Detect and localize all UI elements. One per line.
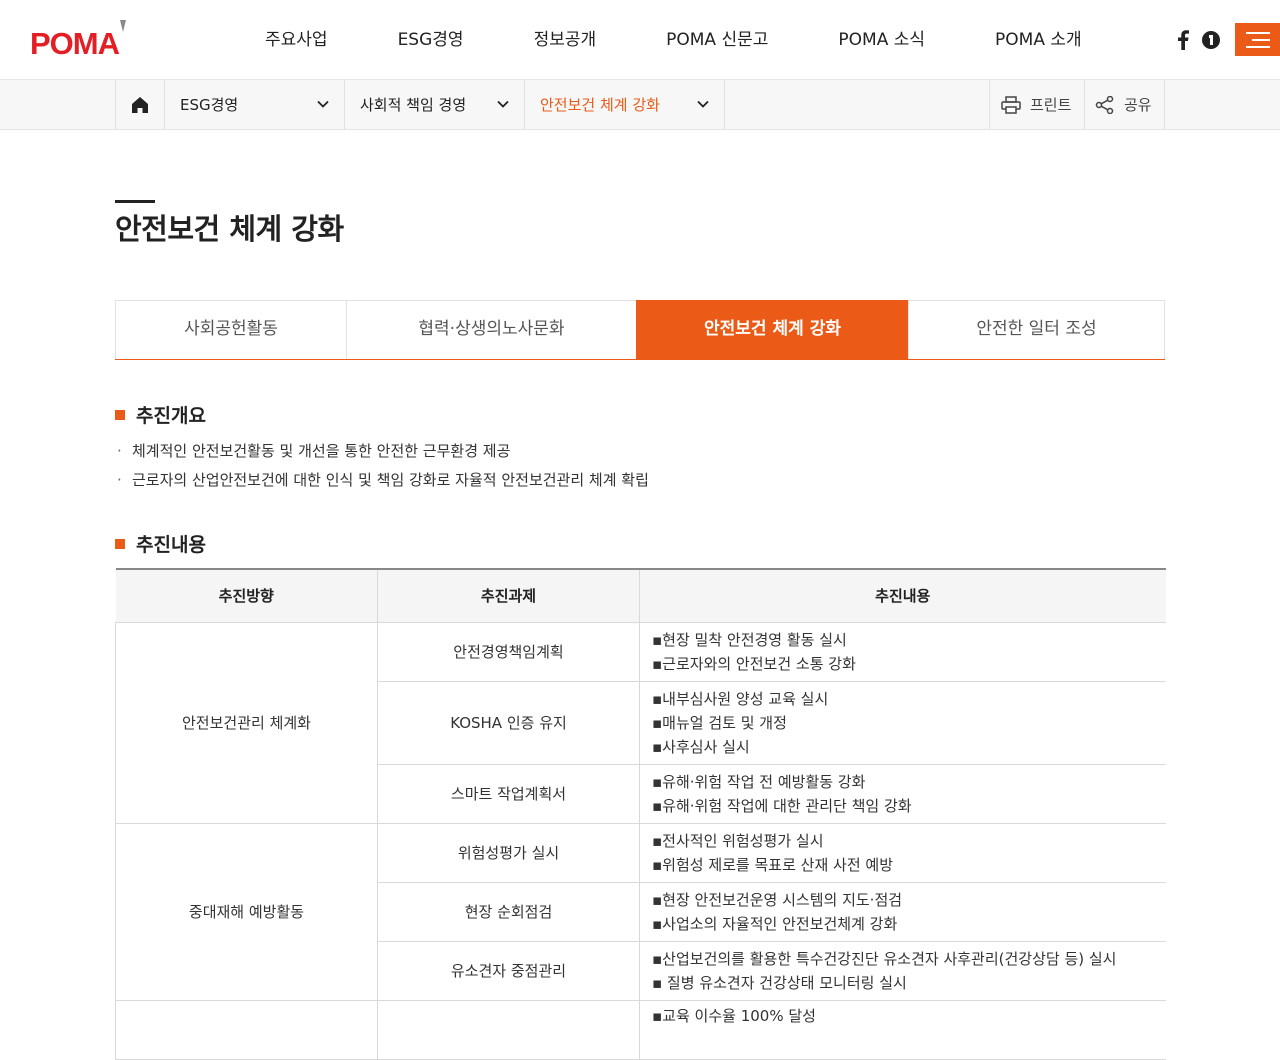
details-cell: ▪산업보건의를 활용한 특수건강진단 유소견자 사후관리(건강상담 등) 실시 … — [639, 941, 1166, 1001]
nav-esg[interactable]: ESG경영 — [363, 0, 499, 80]
content-heading: 추진내용 — [115, 530, 206, 557]
breadcrumb-depth3-label: 안전보건 체계 강화 — [540, 96, 660, 114]
tab-social-contribution[interactable]: 사회공헌활동 — [115, 300, 346, 359]
location-divider — [1164, 80, 1165, 129]
header-direction: 추진방향 — [115, 569, 378, 623]
detail-line: ▪현장 안전보건운영 시스템의 지도·점검 — [652, 890, 903, 909]
table-row: 중대재해 예방활동 위험성평가 실시 ▪전사적인 위험성평가 실시 ▪위험성 제… — [115, 823, 1166, 1001]
svg-text:POMA: POMA — [30, 26, 120, 58]
task-cell: 위험성평가 실시 — [377, 823, 640, 883]
nav-news[interactable]: POMA 소식 — [803, 0, 960, 80]
page-title: 안전보건 체계 강화 — [115, 212, 344, 246]
detail-line: ▪ 질병 유소견자 건강상태 모니터링 실시 — [652, 973, 907, 992]
task-cell — [377, 1000, 640, 1060]
task-cell: KOSHA 인증 유지 — [377, 681, 640, 765]
task-cell: 유소견자 중점관리 — [377, 941, 640, 1001]
task-cell: 현장 순회점검 — [377, 882, 640, 942]
location-bar: ESG경영 사회적 책임 경영 안전보건 체계 강화 프린트 공유 — [0, 80, 1280, 130]
detail-line: ▪근로자와의 안전보건 소통 강화 — [652, 654, 856, 673]
share-button[interactable]: 공유 — [1084, 80, 1164, 129]
breadcrumb-depth3[interactable]: 안전보건 체계 강화 — [525, 80, 725, 129]
home-button[interactable] — [115, 80, 165, 129]
chevron-down-icon — [317, 100, 329, 108]
home-icon — [132, 96, 148, 113]
blog-icon[interactable] — [1199, 28, 1223, 52]
overview-title: 추진개요 — [136, 405, 206, 427]
print-button[interactable]: 프린트 — [989, 80, 1084, 129]
nav-about[interactable]: POMA 소개 — [960, 0, 1117, 80]
detail-line: ▪산업보건의를 활용한 특수건강진단 유소견자 사후관리(건강상담 등) 실시 — [652, 949, 1117, 968]
share-label: 공유 — [1124, 96, 1152, 114]
direction-cell — [115, 1000, 378, 1060]
header-details: 추진내용 — [639, 569, 1166, 623]
main-nav: 주요사업 ESG경영 정보공개 POMA 신문고 POMA 소식 POMA 소개 — [230, 0, 1117, 80]
facebook-icon[interactable] — [1171, 28, 1195, 52]
direction-cell: 중대재해 예방활동 — [115, 823, 378, 1001]
site-header: POMA 주요사업 ESG경영 정보공개 POMA 신문고 POMA 소식 PO… — [0, 0, 1280, 80]
chevron-down-icon — [697, 100, 709, 108]
detail-line: ▪사후심사 실시 — [652, 737, 750, 756]
share-icon — [1095, 95, 1114, 114]
detail-line: ▪유해·위험 작업에 대한 관리단 책임 강화 — [652, 796, 912, 815]
tab-safe-workplace[interactable]: 안전한 일터 조성 — [908, 300, 1165, 359]
overview-list: · 체계적인 안전보건활동 및 개선을 통한 안전한 근무환경 제공 · 근로자의 … — [117, 437, 649, 495]
title-accent-bar — [115, 200, 155, 203]
details-cell: ▪유해·위험 작업 전 예방활동 강화 ▪유해·위험 작업에 대한 관리단 책임… — [639, 764, 1166, 824]
breadcrumb-depth2[interactable]: 사회적 책임 경영 — [345, 80, 525, 129]
breadcrumb-depth1-label: ESG경영 — [180, 96, 239, 114]
details-cell: ▪전사적인 위험성평가 실시 ▪위험성 제로를 목표로 산재 사전 예방 — [639, 823, 1166, 883]
detail-line: ▪유해·위험 작업 전 예방활동 강화 — [652, 772, 866, 791]
task-cell: 안전경영책임계획 — [377, 622, 640, 682]
tab-labor-culture[interactable]: 협력·상생의노사문화 — [346, 300, 636, 359]
list-item: · 근로자의 산업안전보건에 대한 인식 및 책임 강화로 자율적 안전보건관리 … — [117, 471, 649, 489]
square-bullet-icon — [115, 538, 125, 549]
nav-business[interactable]: 주요사업 — [230, 0, 363, 80]
direction-cell: 안전보건관리 체계화 — [115, 622, 378, 824]
detail-line: ▪사업소의 자율적인 안전보건체계 강화 — [652, 914, 898, 933]
content-title: 추진내용 — [136, 534, 206, 556]
square-bullet-icon — [115, 409, 125, 420]
overview-heading: 추진개요 — [115, 401, 206, 428]
details-cell: ▪교육 이수율 100% 달성 — [639, 1000, 1166, 1060]
breadcrumb-depth2-label: 사회적 책임 경영 — [360, 96, 467, 114]
detail-line: ▪내부심사원 양성 교육 실시 — [652, 689, 829, 708]
detail-line: ▪전사적인 위험성평가 실시 — [652, 831, 824, 850]
nav-report[interactable]: POMA 신문고 — [631, 0, 803, 80]
tab-safety-health[interactable]: 안전보건 체계 강화 — [636, 300, 908, 359]
table-row: ▪교육 이수율 100% 달성 — [115, 1000, 1166, 1060]
breadcrumb-depth1[interactable]: ESG경영 — [165, 80, 345, 129]
content-table: 추진방향 추진과제 추진내용 안전보건관리 체계화 안전경영책임계획 ▪현장 밀… — [115, 568, 1166, 1060]
details-cell: ▪현장 안전보건운영 시스템의 지도·점검 ▪사업소의 자율적인 안전보건체계 … — [639, 882, 1166, 942]
hamburger-menu-button[interactable] — [1235, 23, 1280, 56]
details-cell: ▪현장 밀착 안전경영 활동 실시 ▪근로자와의 안전보건 소통 강화 — [639, 622, 1166, 682]
nav-disclosure[interactable]: 정보공개 — [499, 0, 632, 80]
table-header-row: 추진방향 추진과제 추진내용 — [115, 569, 1166, 623]
overview-item: 근로자의 산업안전보건에 대한 인식 및 책임 강화로 자율적 안전보건관리 체… — [132, 471, 649, 489]
overview-item: 체계적인 안전보건활동 및 개선을 통한 안전한 근무환경 제공 — [132, 442, 511, 460]
poma-logo[interactable]: POMA — [30, 18, 152, 58]
sub-tabs: 사회공헌활동 협력·상생의노사문화 안전보건 체계 강화 안전한 일터 조성 — [115, 300, 1165, 360]
detail-line: ▪현장 밀착 안전경영 활동 실시 — [652, 630, 847, 649]
list-item: · 체계적인 안전보건활동 및 개선을 통한 안전한 근무환경 제공 — [117, 442, 511, 460]
task-cell: 스마트 작업계획서 — [377, 764, 640, 824]
chevron-down-icon — [497, 100, 509, 108]
details-cell: ▪내부심사원 양성 교육 실시 ▪매뉴얼 검토 및 개정 ▪사후심사 실시 — [639, 681, 1166, 765]
header-task: 추진과제 — [377, 569, 640, 623]
detail-line: ▪위험성 제로를 목표로 산재 사전 예방 — [652, 855, 894, 874]
printer-icon — [1001, 95, 1021, 114]
table-row: 안전보건관리 체계화 안전경영책임계획 ▪현장 밀착 안전경영 활동 실시 ▪근… — [115, 622, 1166, 824]
print-label: 프린트 — [1030, 96, 1072, 114]
detail-line: ▪매뉴얼 검토 및 개정 — [652, 713, 787, 732]
